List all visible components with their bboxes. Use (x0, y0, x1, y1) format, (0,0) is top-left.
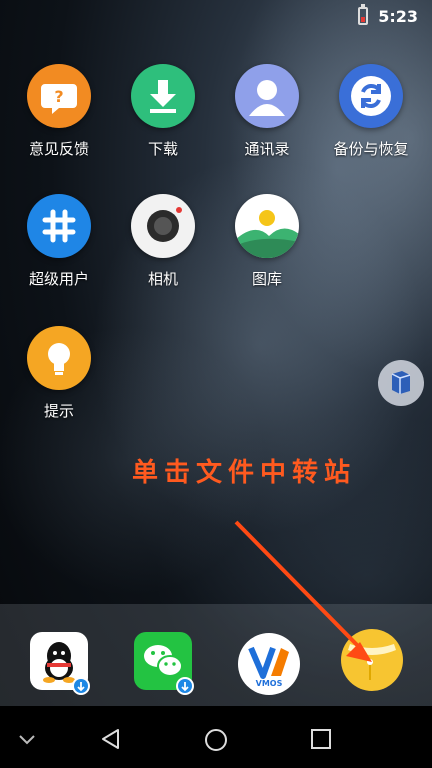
recents-icon[interactable] (310, 728, 332, 750)
back-icon[interactable] (100, 728, 122, 750)
pointer-arrow (234, 520, 372, 662)
navigation-bar (0, 706, 432, 768)
home-icon[interactable] (204, 728, 228, 752)
collapse-chevron-icon[interactable] (18, 734, 36, 746)
